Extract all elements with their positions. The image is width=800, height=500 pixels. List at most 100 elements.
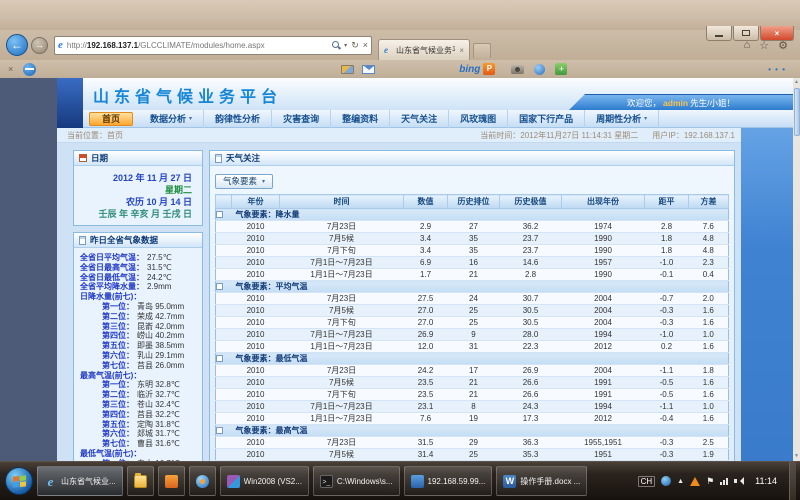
group-checkbox[interactable] <box>216 283 223 290</box>
address-bar[interactable]: e http://192.168.137.1/GLCCLIMATE/module… <box>54 36 372 55</box>
table-cell: 31 <box>448 341 500 353</box>
group-checkbox-cell <box>216 281 232 293</box>
minimize-button[interactable] <box>706 26 732 41</box>
column-header: 距平 <box>645 195 689 209</box>
taskbar-folder-button[interactable] <box>127 466 154 496</box>
nav-item[interactable]: 整编资料 <box>331 110 390 128</box>
ime-indicator[interactable]: CH <box>638 476 656 487</box>
share-icon[interactable]: + <box>555 63 567 75</box>
taskbar-active-window[interactable]: e 山东省气候业... <box>37 466 123 496</box>
scroll-up-icon[interactable]: ▲ <box>793 78 800 87</box>
group-checkbox[interactable] <box>216 211 223 218</box>
forward-button[interactable]: → <box>31 37 48 54</box>
tray-up-arrow-icon[interactable]: ▲ <box>677 478 684 485</box>
show-desktop-button[interactable] <box>789 462 796 500</box>
table-row[interactable]: 20107月23日2.92736.219742.87.6 <box>216 221 729 233</box>
table-cell: 14.6 <box>500 257 562 269</box>
nav-item[interactable]: 国家下行产品 <box>508 110 585 128</box>
back-button[interactable]: ← <box>6 34 28 56</box>
group-checkbox[interactable] <box>216 355 223 362</box>
camera-icon[interactable] <box>511 65 524 74</box>
table-row[interactable]: 20107月23日24.21726.92004-1.11.8 <box>216 365 729 377</box>
refresh-icon[interactable]: ↻ <box>351 40 359 51</box>
volume-icon[interactable] <box>734 477 743 485</box>
table-cell: 7月下旬 <box>280 461 404 462</box>
table-row[interactable]: 20101月1日～7月23日1.7212.81990-0.10.4 <box>216 269 729 281</box>
table-cell: -1.1 <box>645 401 689 413</box>
nav-item[interactable]: 灾害查询 <box>272 110 331 128</box>
nav-item[interactable]: 周期性分析▾ <box>585 110 659 128</box>
blocked-popup-icon[interactable] <box>23 63 36 76</box>
stop-icon[interactable]: × <box>363 40 368 50</box>
toolbar-close-icon[interactable]: × <box>8 64 13 74</box>
start-button[interactable] <box>5 467 33 495</box>
table-row[interactable]: 20107月下旬31.42535.31951-0.31.9 <box>216 461 729 462</box>
table-row[interactable]: 20107月1日～7月23日23.1824.31994-1.11.0 <box>216 401 729 413</box>
nav-item[interactable]: 韵律性分析 <box>204 110 272 128</box>
scrollbar-thumb[interactable] <box>794 88 800 136</box>
table-row[interactable]: 20107月5候27.02530.52004-0.31.6 <box>216 305 729 317</box>
table-row[interactable]: 20101月1日～7月23日12.03122.320120.21.6 <box>216 341 729 353</box>
card-icon[interactable] <box>341 65 354 74</box>
tab-close-icon[interactable]: × <box>459 46 464 55</box>
nav-item[interactable]: 天气关注 <box>390 110 449 128</box>
table-row[interactable]: 20107月下旬23.52126.61991-0.51.6 <box>216 389 729 401</box>
table-row[interactable]: 20107月5候3.43523.719901.84.8 <box>216 233 729 245</box>
rank-label: 第五位： <box>102 420 134 430</box>
table-cell: -0.3 <box>645 461 689 462</box>
nav-item[interactable]: 数据分析▾ <box>139 110 204 128</box>
table-cell: 1.8 <box>645 245 689 257</box>
action-center-flag-icon[interactable]: ⚑ <box>706 476 714 487</box>
column-header: 历史排位 <box>448 195 500 209</box>
section-header: 日降水量(前七)： <box>80 292 200 302</box>
table-row[interactable]: 20107月1日～7月23日6.91614.61957-1.02.3 <box>216 257 729 269</box>
table-row[interactable]: 20107月23日31.52936.31955,1951-0.32.5 <box>216 437 729 449</box>
nav-item[interactable]: 风玫瑰图 <box>449 110 508 128</box>
taskbar-window-button[interactable]: Win2008 (VS2... <box>220 466 309 496</box>
chevron-down-icon[interactable]: ▾ <box>344 42 347 49</box>
messenger-icon[interactable] <box>534 64 545 75</box>
table-row[interactable]: 20107月下旬27.02530.52004-0.31.6 <box>216 317 729 329</box>
element-filter-button[interactable]: 气象要素 ▾ <box>215 174 273 189</box>
table-row[interactable]: 20107月1日～7月23日26.9928.01994-1.01.0 <box>216 329 729 341</box>
mail-icon[interactable] <box>362 65 375 74</box>
table-row[interactable]: 20107月23日27.52430.72004-0.72.0 <box>216 293 729 305</box>
browser-tab[interactable]: e 山东省气候业务平... × <box>378 39 470 60</box>
table-cell: 17.3 <box>500 413 562 425</box>
tray-flame-icon[interactable] <box>690 477 700 486</box>
taskbar-window-button[interactable]: W操作手册.docx ... <box>496 466 587 496</box>
more-options-icon[interactable]: • • • <box>768 65 786 74</box>
scroll-down-icon[interactable]: ▼ <box>793 452 800 461</box>
nav-item[interactable]: 首页 <box>89 112 133 126</box>
taskbar-window-button[interactable]: 192.168.59.99... <box>404 466 493 496</box>
table-row[interactable]: 20101月1日～7月23日7.61917.32012-0.41.6 <box>216 413 729 425</box>
vertical-scrollbar[interactable]: ▲ ▼ <box>793 78 800 461</box>
table-cell: 3.4 <box>404 233 448 245</box>
table-cell: 29 <box>448 437 500 449</box>
table-cell: 17 <box>448 365 500 377</box>
network-icon[interactable] <box>720 478 728 485</box>
stat-label: 全省日最高气温： <box>80 263 144 273</box>
table-cell: 2010 <box>232 437 280 449</box>
bing-logo[interactable]: bing P <box>459 63 495 75</box>
close-button[interactable]: × <box>760 26 794 41</box>
table-cell: 1994 <box>562 401 645 413</box>
row-select-cell <box>216 437 232 449</box>
taskbar-window-button[interactable]: >_C:\Windows\s... <box>313 466 400 496</box>
new-tab-button[interactable] <box>473 43 491 58</box>
rank-label: 第一位： <box>102 459 134 461</box>
table-row[interactable]: 20107月下旬3.43523.719901.84.8 <box>216 245 729 257</box>
search-icon[interactable] <box>332 41 340 49</box>
tray-app-icon[interactable] <box>661 476 671 486</box>
maximize-button[interactable] <box>733 26 759 41</box>
group-row: 气象要素：降水量 <box>216 209 729 221</box>
taskbar-app-button[interactable] <box>158 466 185 496</box>
taskbar-media-button[interactable] <box>189 466 216 496</box>
table-cell: 2012 <box>562 413 645 425</box>
rank-row: 第二位：临沂 32.7℃ <box>80 390 200 400</box>
table-cell: 25 <box>448 317 500 329</box>
taskbar-clock[interactable]: 11:14 <box>749 476 783 486</box>
table-row[interactable]: 20107月5候31.42535.31951-0.31.9 <box>216 449 729 461</box>
table-row[interactable]: 20107月5候23.52126.61991-0.51.6 <box>216 377 729 389</box>
group-checkbox[interactable] <box>216 427 223 434</box>
